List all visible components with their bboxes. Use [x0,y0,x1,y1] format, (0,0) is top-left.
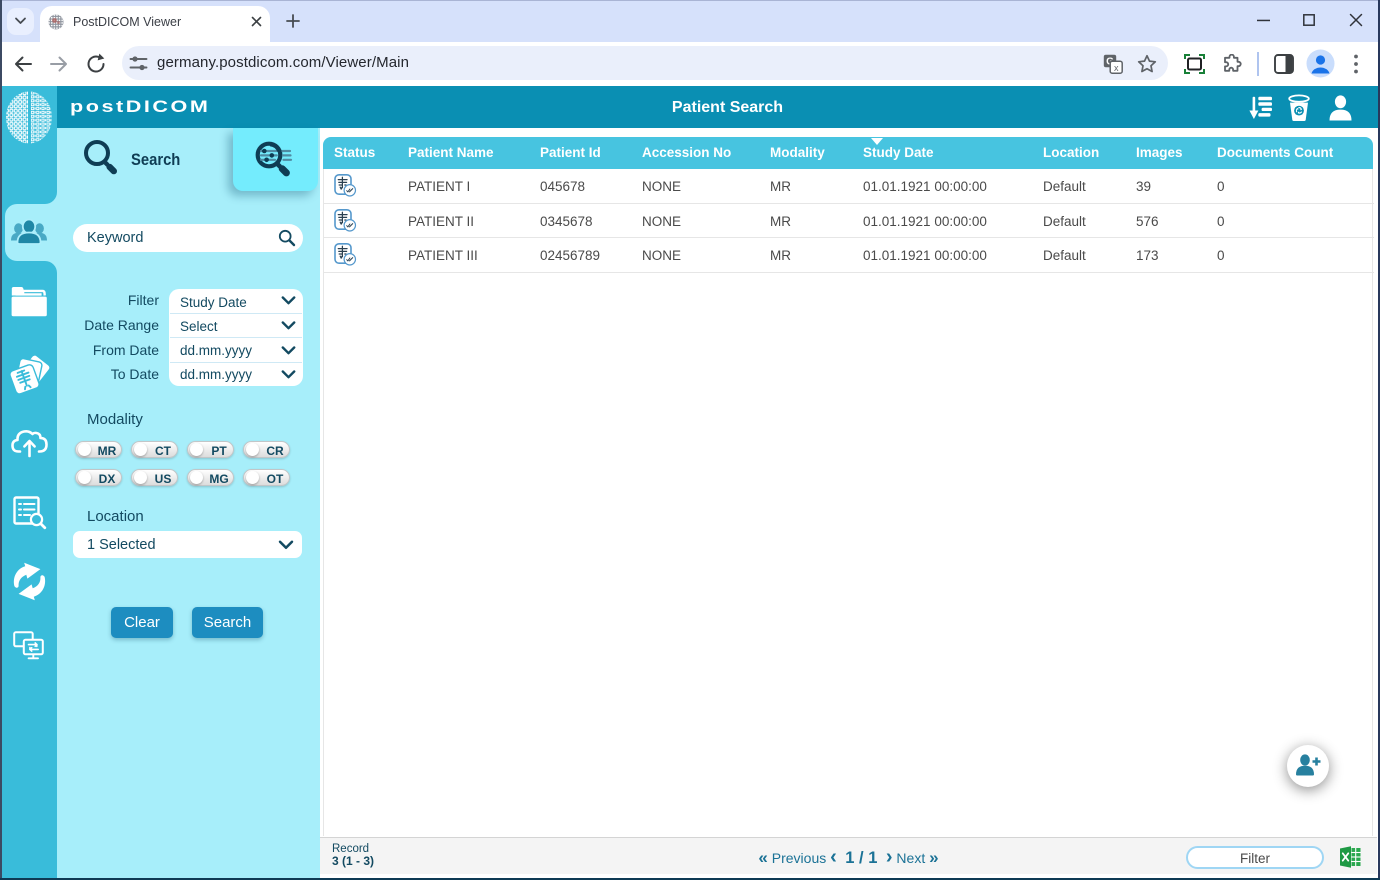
svg-text:x: x [1114,63,1119,73]
